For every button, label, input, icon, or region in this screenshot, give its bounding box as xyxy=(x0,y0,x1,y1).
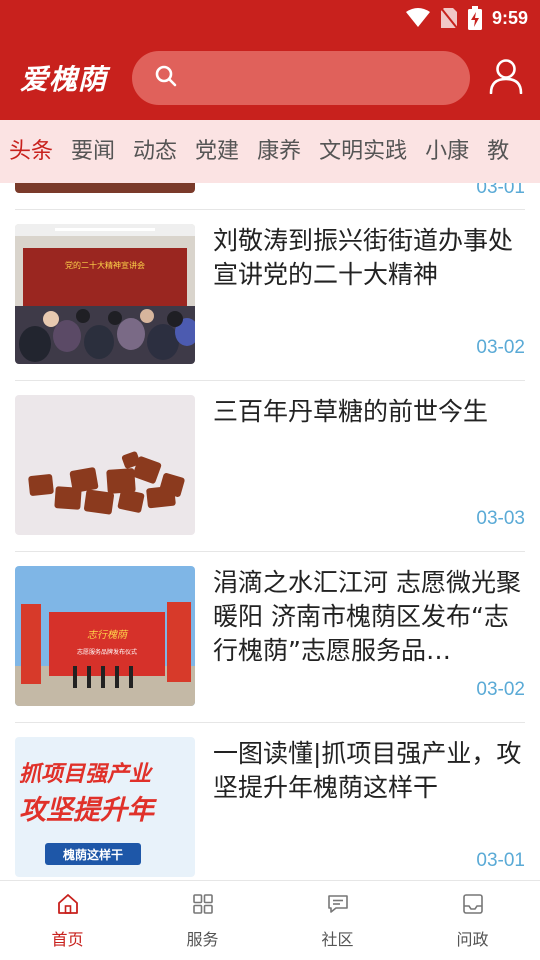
news-title: 一图读懂|抓项目强产业，攻坚提升年槐荫这样干 xyxy=(213,739,522,802)
tab-headline[interactable]: 头条 xyxy=(0,120,62,183)
news-date: 03-02 xyxy=(476,679,525,700)
bottom-navigation: 首页 服务 社区 问政 xyxy=(0,880,540,960)
news-title: 三百年丹草糖的前世今生 xyxy=(213,397,489,426)
app-root: 9:59 爱槐荫 头条 要闻 动态 党建 康养 文明实践 小康 教 03-01 xyxy=(0,0,540,960)
news-feed[interactable]: 03-01 党的二十大精神宣讲会 刘敬涛到振兴街街道办事处宣讲党的二十大精神 0… xyxy=(0,183,540,880)
news-thumbnail: 抓项目强产业 攻坚提升年 槐荫这样干 xyxy=(15,737,195,877)
news-title: 涓滴之水汇江河 志愿微光聚暖阳 济南市槐荫区发布“志行槐荫”志愿服务品… xyxy=(213,568,521,665)
divider xyxy=(15,380,525,381)
tab-news[interactable]: 要闻 xyxy=(62,120,124,183)
inbox-icon xyxy=(461,892,485,920)
tab-education[interactable]: 教 xyxy=(478,120,518,183)
wifi-icon xyxy=(405,8,430,28)
nav-politics-label: 问政 xyxy=(456,930,489,949)
image-caption: 党的二十大精神宣讲会 xyxy=(65,260,145,270)
news-title: 刘敬涛到振兴街街道办事处宣讲党的二十大精神 xyxy=(213,226,514,289)
battery-charging-icon xyxy=(467,6,482,30)
news-thumbnail xyxy=(15,395,195,535)
status-bar: 9:59 xyxy=(0,0,540,36)
nav-politics[interactable]: 问政 xyxy=(405,881,540,960)
nav-home[interactable]: 首页 xyxy=(0,881,135,960)
nav-community[interactable]: 社区 xyxy=(270,881,405,960)
list-item[interactable]: 三百年丹草糖的前世今生 03-03 xyxy=(0,395,540,566)
divider xyxy=(15,209,525,210)
image-caption-small: 志愿服务品牌发布仪式 xyxy=(77,648,137,656)
tab-party[interactable]: 党建 xyxy=(186,120,248,183)
tab-dynamics[interactable]: 动态 xyxy=(124,120,186,183)
search-input[interactable] xyxy=(188,67,448,89)
news-date: 03-03 xyxy=(476,508,525,529)
list-item-partial[interactable]: 03-01 xyxy=(0,183,540,209)
divider xyxy=(15,551,525,552)
no-sim-icon xyxy=(440,7,458,29)
nav-community-label: 社区 xyxy=(321,930,354,949)
nav-services-label: 服务 xyxy=(186,930,219,949)
category-tabs: 头条 要闻 动态 党建 康养 文明实践 小康 教 xyxy=(0,120,540,183)
nav-services[interactable]: 服务 xyxy=(135,881,270,960)
home-icon xyxy=(56,892,80,920)
news-thumbnail xyxy=(15,183,195,193)
chat-icon xyxy=(326,892,350,920)
user-icon xyxy=(489,58,523,98)
list-item[interactable]: 抓项目强产业 攻坚提升年 槐荫这样干 一图读懂|抓项目强产业，攻坚提升年槐荫这样… xyxy=(0,737,540,880)
news-date: 03-01 xyxy=(476,850,525,871)
search-bar[interactable] xyxy=(132,51,470,105)
app-header: 爱槐荫 xyxy=(0,36,540,120)
grid-icon xyxy=(191,892,215,920)
list-item[interactable]: 志行槐荫 志愿服务品牌发布仪式 涓滴之水汇江河 志愿微光聚暖阳 济南市槐荫区发布… xyxy=(0,566,540,737)
nav-home-label: 首页 xyxy=(51,930,84,949)
image-caption: 志行槐荫 xyxy=(87,629,129,641)
image-text-line1: 抓项目强产业 xyxy=(19,762,154,787)
news-thumbnail: 党的二十大精神宣讲会 xyxy=(15,224,195,364)
search-icon xyxy=(154,64,178,92)
app-logo: 爱槐荫 xyxy=(20,63,108,96)
divider xyxy=(15,722,525,723)
image-text-line2: 攻坚提升年 xyxy=(19,795,157,826)
news-date: 03-02 xyxy=(476,337,525,358)
news-thumbnail: 志行槐荫 志愿服务品牌发布仪式 xyxy=(15,566,195,706)
status-time: 9:59 xyxy=(491,7,528,28)
list-item[interactable]: 党的二十大精神宣讲会 刘敬涛到振兴街街道办事处宣讲党的二十大精神 03-02 xyxy=(0,224,540,395)
tab-civilization[interactable]: 文明实践 xyxy=(310,120,416,183)
image-tag: 槐荫这样干 xyxy=(62,847,123,862)
tab-prosperity[interactable]: 小康 xyxy=(416,120,478,183)
news-date: 03-01 xyxy=(476,183,525,198)
tab-health[interactable]: 康养 xyxy=(248,120,310,183)
user-profile-button[interactable] xyxy=(488,58,524,98)
